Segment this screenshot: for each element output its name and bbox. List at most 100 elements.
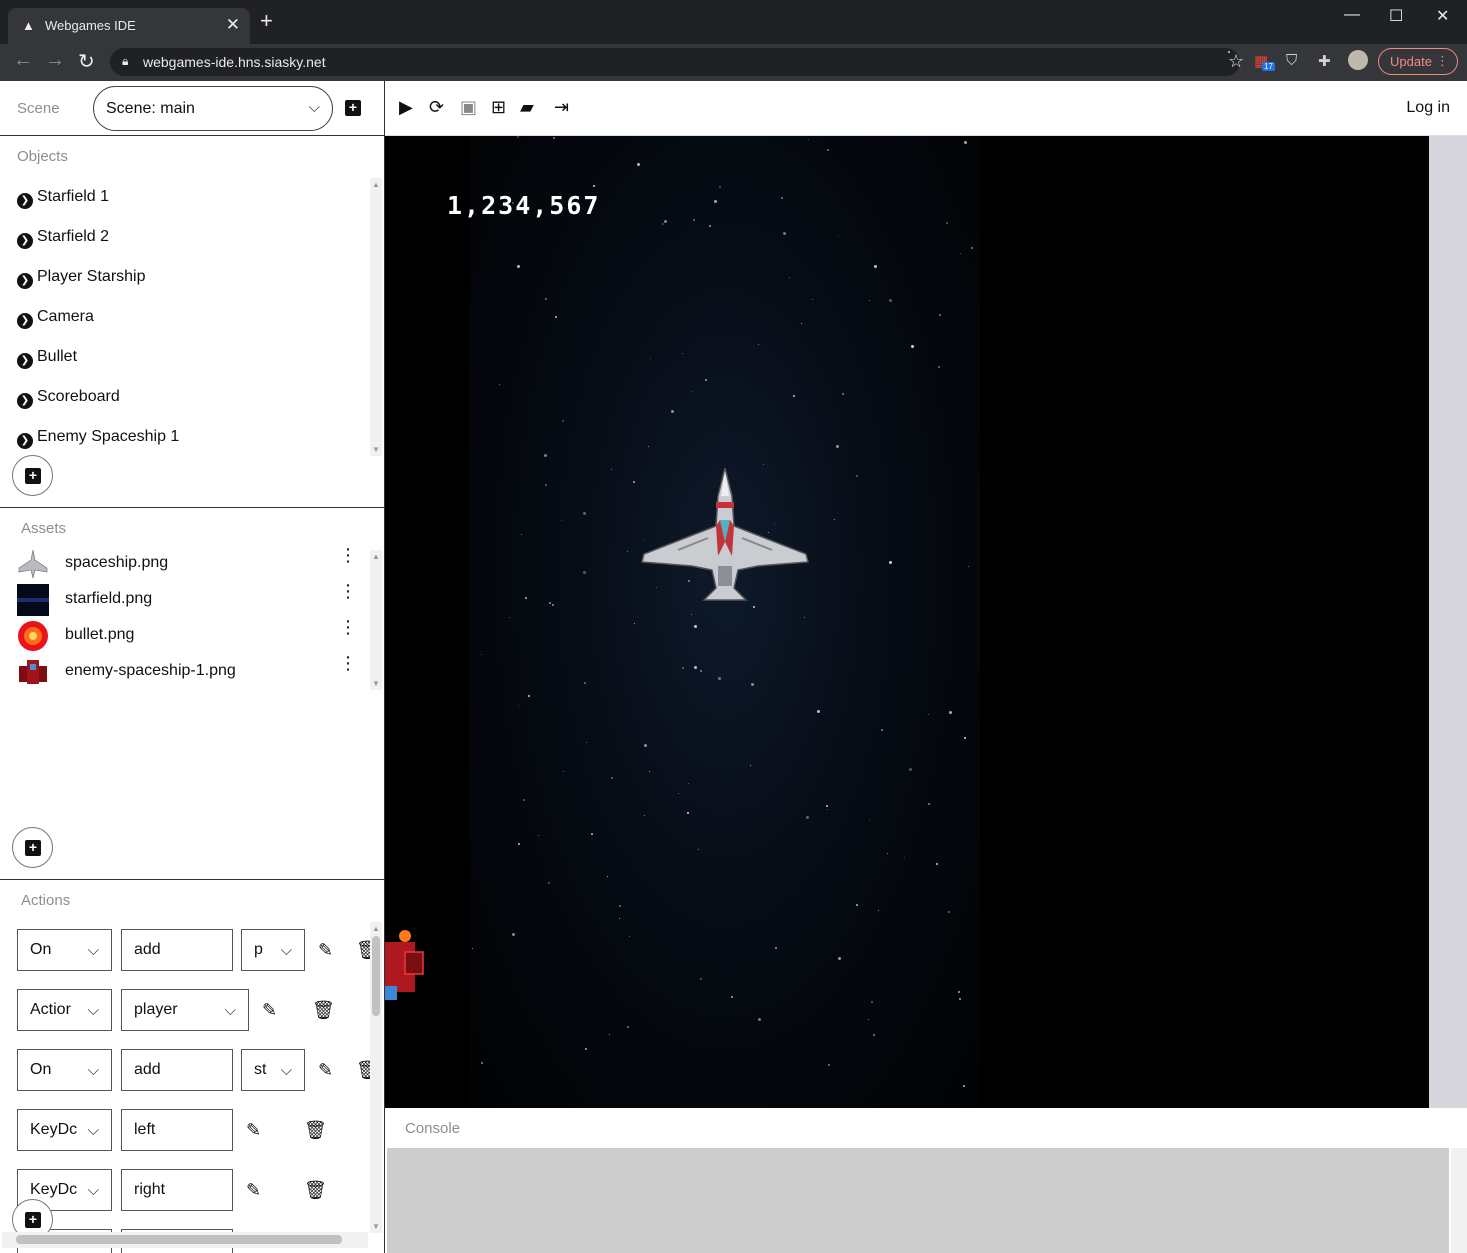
- login-link[interactable]: Log in: [1406, 99, 1450, 117]
- expand-arrow-icon[interactable]: ❯: [17, 433, 33, 449]
- star: [480, 1061, 483, 1064]
- scroll-down-icon[interactable]: ▼: [372, 445, 380, 454]
- back-arrow-icon[interactable]: ←: [13, 49, 33, 72]
- action-trigger-select[interactable]: KeyDc ⌵: [17, 1109, 112, 1151]
- shield-extension-icon[interactable]: ⛉: [1286, 52, 1297, 69]
- asset-menu-icon[interactable]: ⋮: [339, 582, 357, 600]
- asset-row[interactable]: bullet.png ⋮: [17, 618, 357, 652]
- new-tab-button[interactable]: +: [260, 10, 273, 32]
- edit-icon[interactable]: ✎: [318, 1060, 333, 1081]
- address-bar[interactable]: 🔒︎ webgames-ide.hns.siasky.net ☆: [110, 48, 1244, 76]
- action-target-select[interactable]: p ⌵: [241, 929, 305, 971]
- browser-tab[interactable]: ▲ Webgames IDE ✕: [8, 8, 250, 44]
- scroll-up-icon[interactable]: ▲: [372, 552, 380, 561]
- scroll-thumb[interactable]: [372, 936, 380, 1016]
- chrome-menu-icon[interactable]: ⋮: [1436, 53, 1449, 69]
- refresh-icon[interactable]: ⟳: [429, 97, 444, 118]
- expand-arrow-icon[interactable]: ❯: [17, 193, 33, 209]
- objects-scrollbar[interactable]: ▲ ▼: [370, 178, 382, 456]
- action-arg-input[interactable]: right: [121, 1169, 233, 1211]
- url-text[interactable]: webgames-ide.hns.siasky.net: [143, 54, 326, 70]
- trash-icon[interactable]: 🗑︎: [304, 1120, 327, 1141]
- expand-arrow-icon[interactable]: ❯: [17, 233, 33, 249]
- object-item[interactable]: ❯ Starfield 2: [17, 228, 109, 249]
- save-icon[interactable]: ▣: [460, 97, 477, 118]
- asset-menu-icon[interactable]: ⋮: [339, 654, 357, 672]
- object-item[interactable]: ❯ Bullet: [17, 348, 77, 369]
- asset-row[interactable]: enemy-spaceship-1.png ⋮: [17, 654, 357, 688]
- asset-row[interactable]: spaceship.png ⋮: [17, 546, 357, 580]
- trash-icon[interactable]: 🗑︎: [312, 1000, 335, 1021]
- new-file-icon[interactable]: ⊞: [491, 97, 506, 118]
- object-item[interactable]: ❯ Starfield 1: [17, 188, 109, 209]
- action-trigger-select[interactable]: Actior ⌵: [17, 989, 112, 1031]
- window-close-button[interactable]: ✕: [1436, 6, 1449, 26]
- object-item[interactable]: ❯ Camera: [17, 308, 94, 329]
- action-trigger-select[interactable]: On ⌵: [17, 929, 112, 971]
- reload-icon[interactable]: ↻: [78, 49, 95, 74]
- bookmark-star-icon[interactable]: ☆: [1228, 51, 1244, 71]
- expand-arrow-icon[interactable]: ❯: [17, 313, 33, 329]
- star: [774, 946, 777, 949]
- trash-icon[interactable]: 🗑︎: [304, 1180, 327, 1201]
- scroll-up-icon[interactable]: ▲: [372, 180, 380, 189]
- star: [681, 353, 683, 354]
- open-folder-icon[interactable]: ▰: [520, 97, 534, 118]
- star: [828, 1064, 830, 1066]
- expand-arrow-icon[interactable]: ❯: [17, 393, 33, 409]
- scroll-thumb[interactable]: [16, 1235, 342, 1244]
- plus-icon: +: [25, 840, 41, 856]
- chevron-down-icon: ⌵: [87, 1062, 99, 1079]
- scroll-up-icon[interactable]: ▲: [372, 924, 380, 933]
- console-output[interactable]: [387, 1148, 1449, 1253]
- scroll-down-icon[interactable]: ▼: [372, 1222, 380, 1231]
- puzzle-extensions-icon[interactable]: ✚: [1318, 52, 1331, 70]
- edit-icon[interactable]: ✎: [246, 1120, 261, 1141]
- action-trigger-select[interactable]: On ⌵: [17, 1049, 112, 1091]
- object-item[interactable]: ❯ Scoreboard: [17, 388, 120, 409]
- star: [970, 246, 973, 249]
- game-canvas[interactable]: 1,234,567: [385, 136, 1429, 1108]
- minimize-button[interactable]: —: [1344, 6, 1360, 24]
- action-arg-input[interactable]: add: [121, 1049, 233, 1091]
- plus-icon: +: [25, 468, 41, 484]
- star: [855, 904, 858, 907]
- action-arg-input[interactable]: left: [121, 1109, 233, 1151]
- expand-arrow-icon[interactable]: ❯: [17, 353, 33, 369]
- add-object-button[interactable]: +: [12, 455, 53, 496]
- expand-arrow-icon[interactable]: ❯: [17, 273, 33, 289]
- object-item[interactable]: ❯ Enemy Spaceship 1: [17, 428, 179, 449]
- add-asset-button[interactable]: +: [12, 827, 53, 868]
- add-scene-button[interactable]: +: [345, 100, 361, 116]
- edit-icon[interactable]: ✎: [246, 1180, 261, 1201]
- console-scrollbar[interactable]: [1451, 1148, 1467, 1253]
- action-arg-input[interactable]: add: [121, 929, 233, 971]
- assets-scrollbar[interactable]: ▲ ▼: [370, 550, 382, 690]
- sidebar-hscrollbar[interactable]: [2, 1232, 368, 1248]
- star: [888, 560, 892, 564]
- profile-avatar[interactable]: [1348, 50, 1368, 70]
- forward-arrow-icon[interactable]: →: [45, 49, 65, 72]
- play-icon[interactable]: ▶: [399, 97, 413, 118]
- tab-close-icon[interactable]: ✕: [226, 15, 240, 35]
- asset-name: bullet.png: [65, 626, 135, 643]
- star: [870, 1000, 873, 1003]
- asset-name: spaceship.png: [65, 554, 169, 571]
- asset-row[interactable]: starfield.png ⋮: [17, 582, 357, 616]
- action-target-select[interactable]: st ⌵: [241, 1049, 305, 1091]
- asset-menu-icon[interactable]: ⋮: [339, 618, 357, 636]
- edit-icon[interactable]: ✎: [262, 1000, 277, 1021]
- asset-menu-icon[interactable]: ⋮: [339, 546, 357, 564]
- star: [946, 222, 949, 225]
- object-item[interactable]: ❯ Player Starship: [17, 268, 146, 289]
- star: [947, 910, 950, 913]
- maximize-button[interactable]: ☐: [1389, 6, 1403, 26]
- starfield-thumbnail: [17, 584, 49, 616]
- edit-icon[interactable]: ✎: [318, 940, 333, 961]
- action-arg-select[interactable]: player ⌵: [121, 989, 249, 1031]
- scene-select[interactable]: Scene: main ⌵: [93, 86, 333, 131]
- actions-scrollbar[interactable]: ▲ ▼: [370, 922, 382, 1233]
- scroll-down-icon[interactable]: ▼: [372, 679, 380, 688]
- export-icon[interactable]: ⇥: [554, 97, 569, 118]
- update-button[interactable]: Update ⋮: [1378, 48, 1458, 75]
